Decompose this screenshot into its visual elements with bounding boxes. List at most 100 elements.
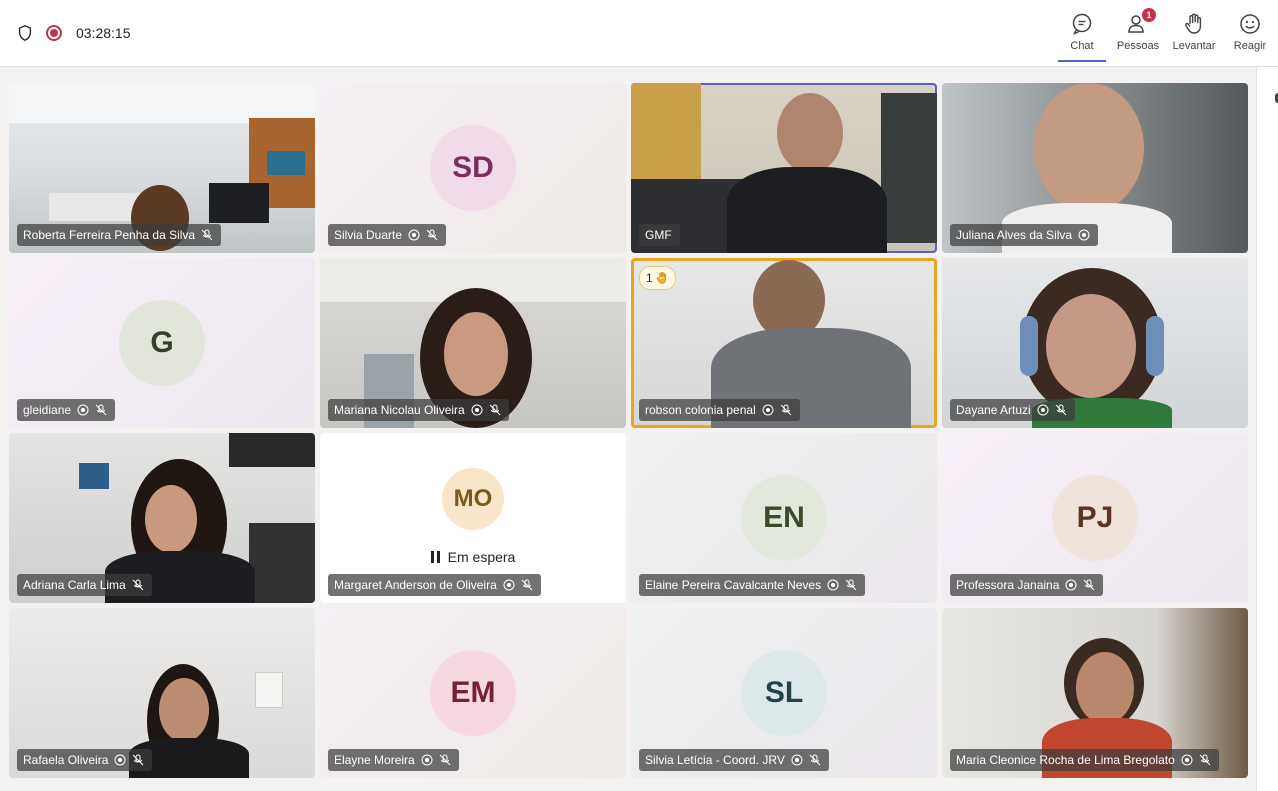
participant-nametag: Dayane Artuzi <box>950 399 1075 421</box>
chat-button[interactable]: Chat <box>1054 12 1110 62</box>
mic-off-icon <box>133 754 144 766</box>
participant-name: Silvia Duarte <box>334 228 403 242</box>
participant-name: gleidiane <box>23 403 72 417</box>
mic-off-icon <box>521 579 533 591</box>
participant-tile[interactable]: Dayane Artuzi <box>942 258 1248 428</box>
participant-nametag: Mariana Nicolau Oliveira <box>328 399 509 421</box>
avatar: G <box>119 300 205 386</box>
hand-icon <box>656 271 666 284</box>
pin-icon <box>791 754 803 766</box>
mic-off-icon <box>201 229 213 241</box>
face <box>1046 294 1136 398</box>
participant-nametag: Adriana Carla Lima <box>17 574 152 596</box>
participant-tile[interactable]: Roberta Ferreira Penha da Silva <box>9 83 315 253</box>
participant-name: Juliana Alves da Silva <box>956 228 1073 242</box>
participant-tile[interactable]: PJ Professora Janaina <box>942 433 1248 603</box>
participant-tile[interactable]: EM Elayne Moreira <box>320 608 626 778</box>
participant-tile[interactable]: Rafaela Oliveira <box>9 608 315 778</box>
avatar: PJ <box>1052 475 1138 561</box>
raise-hand-button[interactable]: Levantar <box>1166 12 1222 52</box>
participant-nametag: Juliana Alves da Silva <box>950 224 1099 246</box>
person-body <box>727 167 887 253</box>
participant-tile[interactable]: Maria Cleonice Rocha de Lima Bregolato <box>942 608 1248 778</box>
participant-nametag: Silvia Letícia - Coord. JRV <box>639 749 829 771</box>
participant-name: GMF <box>645 228 672 242</box>
participant-name: robson colonia penal <box>645 403 756 417</box>
monitor <box>209 183 269 223</box>
pin-icon <box>503 579 515 591</box>
avatar: EN <box>741 475 827 561</box>
participant-name: Margaret Anderson de Oliveira <box>334 578 497 592</box>
wall-screen <box>267 151 305 175</box>
participant-nametag: Roberta Ferreira Penha da Silva <box>17 224 222 246</box>
mic-off-icon <box>1199 754 1211 766</box>
wall-tv <box>229 433 315 467</box>
participant-nametag: Margaret Anderson de Oliveira <box>328 574 541 596</box>
meeting-timer: 03:28:15 <box>76 25 131 41</box>
chat-icon <box>1072 13 1092 35</box>
shield-icon[interactable] <box>16 24 34 42</box>
smiley-icon <box>1240 14 1260 34</box>
participant-tile[interactable]: Juliana Alves da Silva <box>942 83 1248 253</box>
on-hold-label: Em espera <box>447 549 516 565</box>
avatar: MO <box>442 468 504 530</box>
participant-tile[interactable]: G gleidiane <box>9 258 315 428</box>
monitor <box>79 463 109 489</box>
participant-nametag: Rafaela Oliveira <box>17 749 153 771</box>
meeting-toolbar: Chat 1 Pessoas Levantar Reagir <box>1054 8 1278 62</box>
chair <box>249 523 315 603</box>
pin-icon <box>114 754 126 766</box>
meeting-status: 03:28:15 <box>16 24 131 42</box>
participant-tile[interactable]: Mariana Nicolau Oliveira <box>320 258 626 428</box>
participant-tile[interactable]: Adriana Carla Lima <box>9 433 315 603</box>
avatar: EM <box>430 650 516 736</box>
participant-tile[interactable]: SL Silvia Letícia - Coord. JRV <box>631 608 937 778</box>
face <box>444 312 508 396</box>
mic-off-icon <box>1055 404 1067 416</box>
pin-icon <box>1065 579 1077 591</box>
participant-tile[interactable]: EN Elaine Pereira Cavalcante Neves <box>631 433 937 603</box>
dark-door <box>881 93 937 243</box>
pin-icon <box>77 404 89 416</box>
react-label: Reagir <box>1233 40 1267 52</box>
mic-off-icon <box>132 579 144 591</box>
pin-icon <box>421 754 433 766</box>
pin-icon <box>1037 404 1049 416</box>
pin-icon <box>827 579 839 591</box>
wall-switch <box>255 672 283 708</box>
participant-nametag: Elaine Pereira Cavalcante Neves <box>639 574 866 596</box>
hand-icon <box>1185 13 1202 34</box>
people-button[interactable]: 1 Pessoas <box>1110 8 1166 52</box>
react-button[interactable]: Reagir <box>1222 12 1278 52</box>
raised-hand-count: 1 <box>646 271 653 285</box>
pin-icon <box>408 229 420 241</box>
headphone-left <box>1020 316 1038 376</box>
participant-nametag: GMF <box>639 224 680 246</box>
participant-name: Maria Cleonice Rocha de Lima Bregolato <box>956 753 1175 767</box>
wooden-panel <box>631 83 701 193</box>
pin-icon <box>762 404 774 416</box>
participant-name: Rafaela Oliveira <box>23 753 109 767</box>
participant-nametag: gleidiane <box>17 399 116 421</box>
pause-icon <box>430 551 440 563</box>
participant-tile[interactable]: 1 robson colonia penal <box>631 258 937 428</box>
mic-off-icon <box>809 754 821 766</box>
participant-nametag: Silvia Duarte <box>328 224 447 246</box>
recording-icon <box>46 25 62 41</box>
mic-off-icon <box>1084 579 1095 591</box>
mic-off-icon <box>780 404 792 416</box>
participant-tile[interactable]: SD Silvia Duarte <box>320 83 626 253</box>
participant-name: Elayne Moreira <box>334 753 415 767</box>
side-panel-edge[interactable] <box>1256 67 1278 791</box>
participant-name: Silvia Letícia - Coord. JRV <box>645 753 785 767</box>
participant-name: Roberta Ferreira Penha da Silva <box>23 228 196 242</box>
participant-tile[interactable]: GMF <box>631 83 937 253</box>
avatar: SD <box>430 125 516 211</box>
chat-label: Chat <box>1070 40 1094 52</box>
face <box>145 485 197 553</box>
participant-tile[interactable]: MO Em espera Margaret Anderson de Olivei… <box>320 433 626 603</box>
on-hold-status: Em espera <box>320 549 626 565</box>
raised-hand-indicator: 1 <box>639 266 676 290</box>
mic-off-icon <box>426 229 438 241</box>
participant-nametag: Elayne Moreira <box>328 749 459 771</box>
